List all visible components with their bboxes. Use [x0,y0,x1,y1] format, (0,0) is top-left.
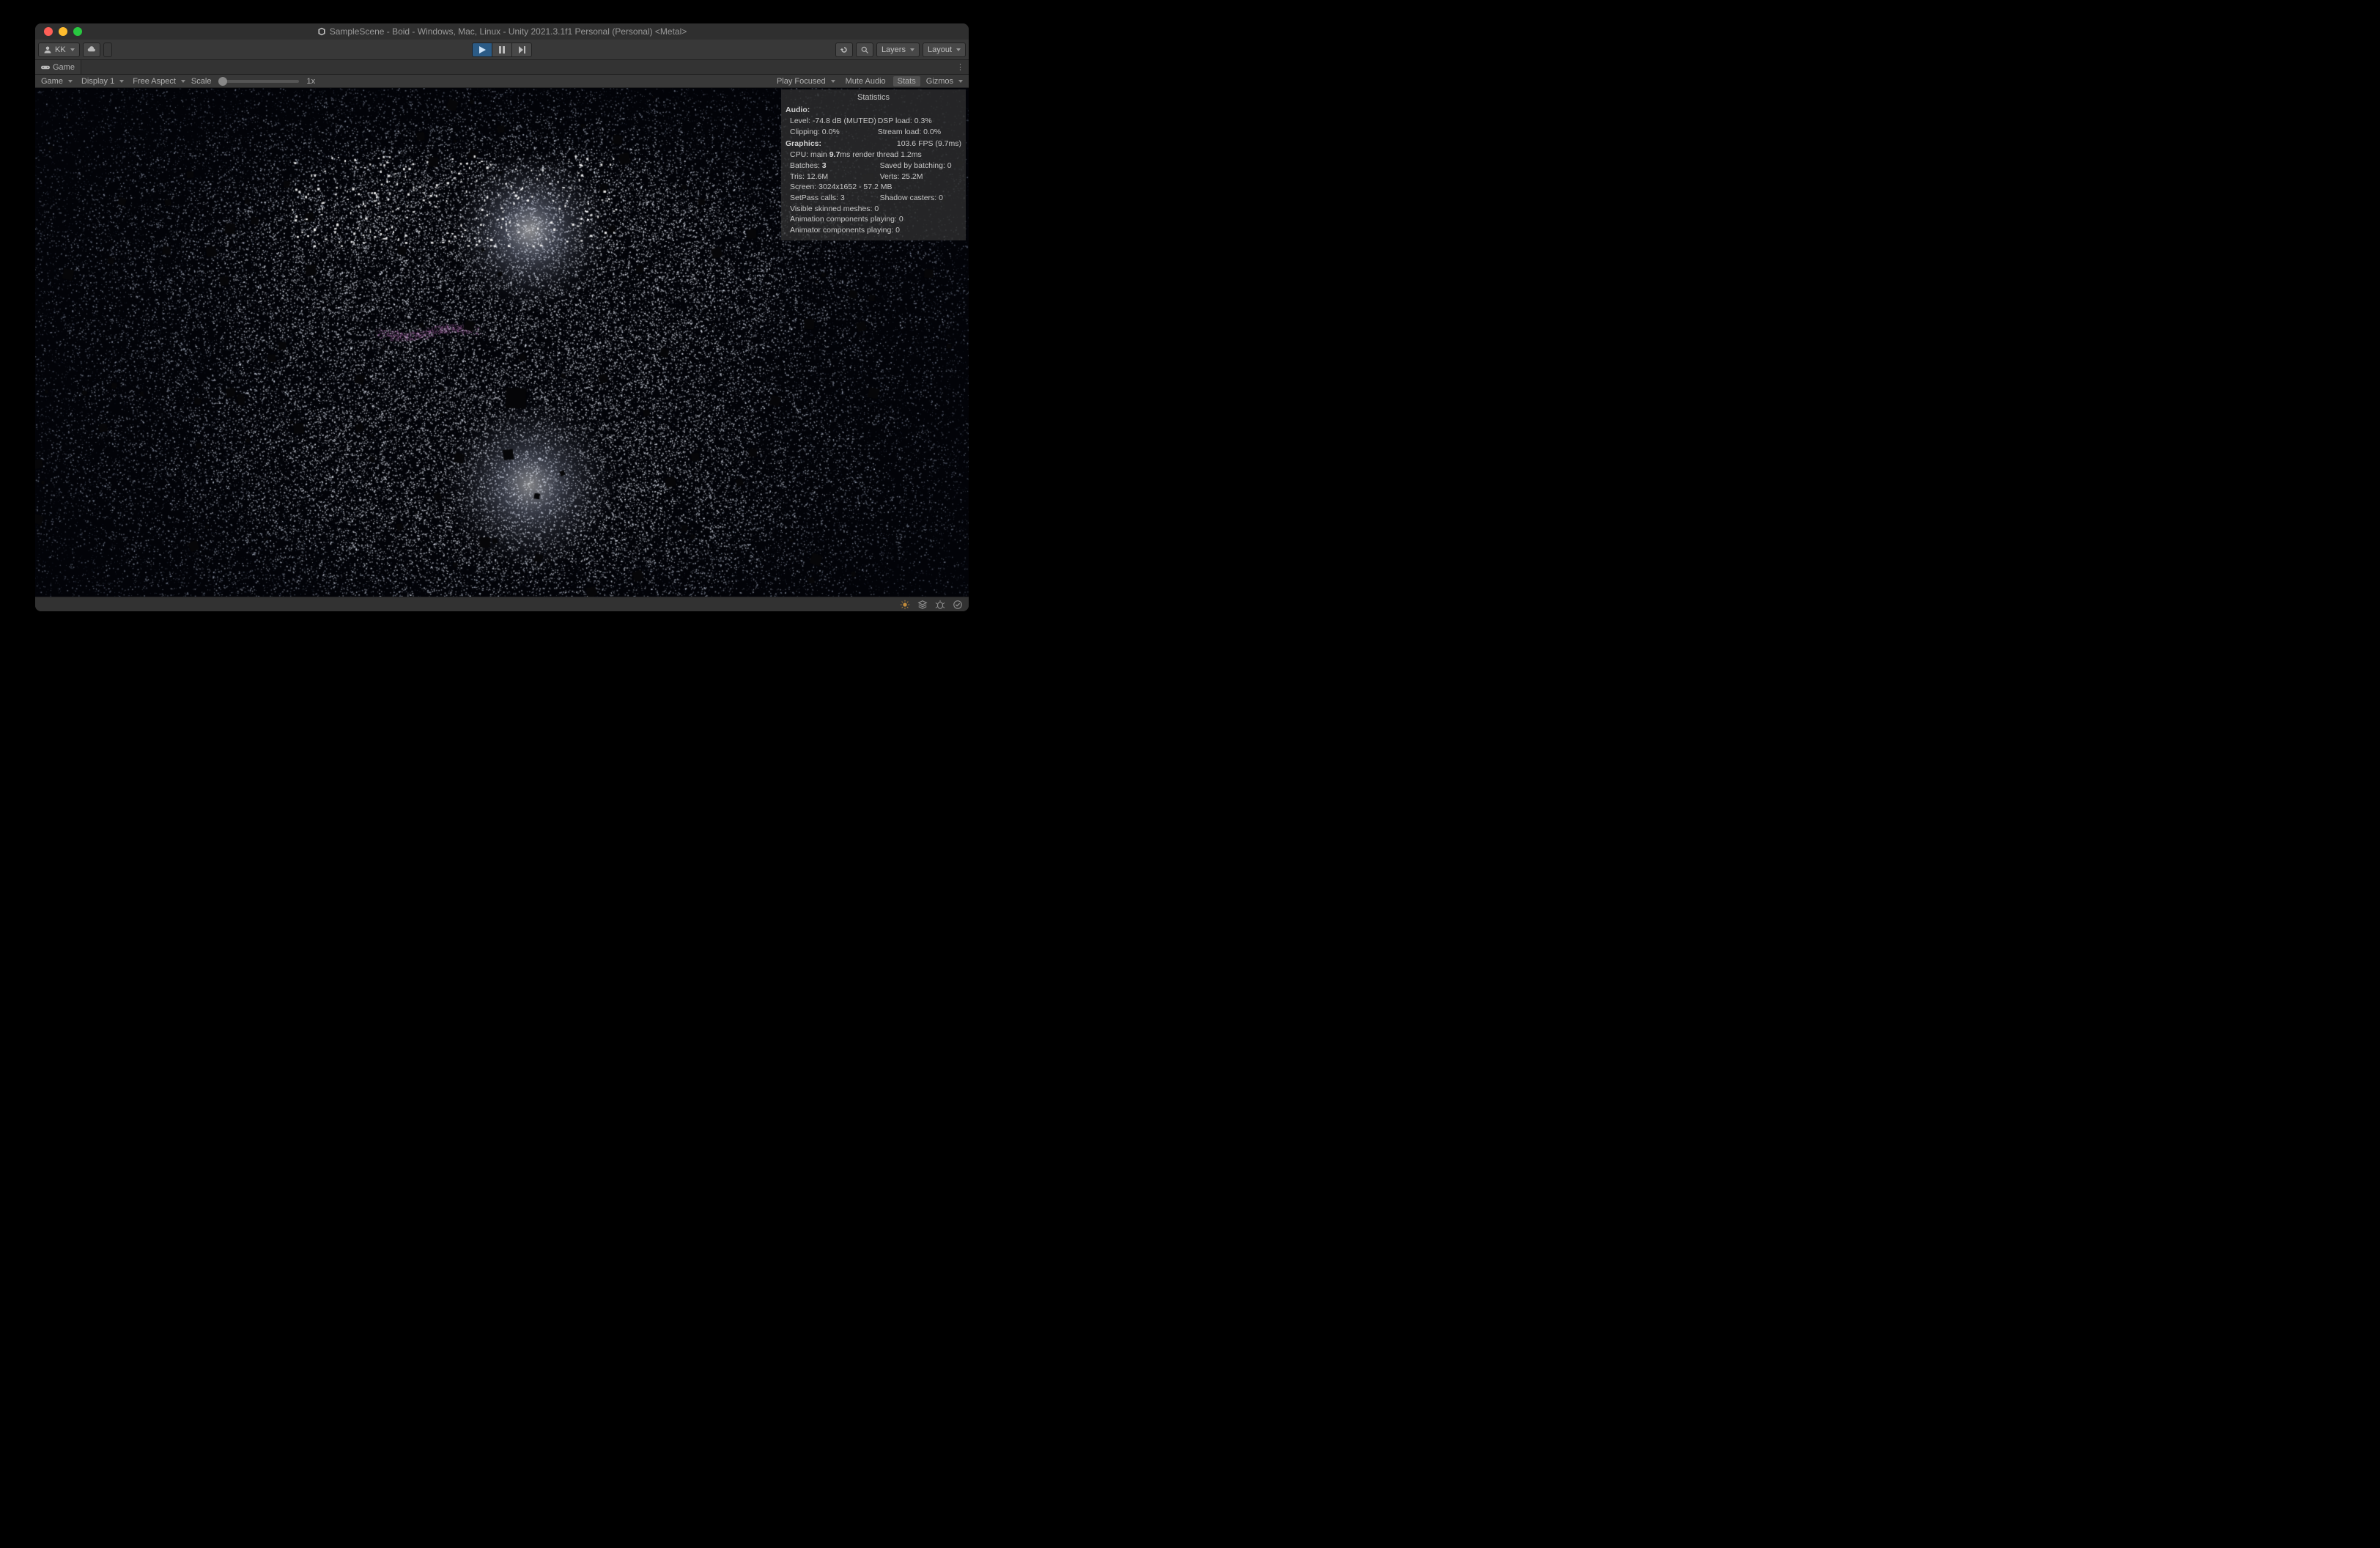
aspect-dropdown[interactable]: Free Aspect [130,77,188,86]
game-view-mode-dropdown[interactable]: Game [38,77,75,86]
display-label: Display 1 [81,77,114,86]
statistics-overlay: Statistics Audio: Level: -74.8 dB (MUTED… [781,89,966,240]
layers-icon[interactable] [917,600,928,610]
stats-toggle[interactable]: Stats [893,76,920,86]
game-view-toolbar: Game Display 1 Free Aspect Scale 1x Play… [35,75,969,88]
scale-value: 1x [306,77,315,86]
layout-dropdown[interactable]: Layout [923,43,966,57]
graphics-cpu: CPU: main 9.7ms render thread 1.2ms [786,150,961,161]
graphics-animator-playing: Animator components playing: 0 [786,225,961,236]
close-window-button[interactable] [44,27,53,36]
graphics-animation-playing: Animation components playing: 0 [786,214,961,225]
window-controls [35,27,82,36]
layout-label: Layout [928,45,952,54]
play-focused-dropdown[interactable]: Play Focused [774,77,838,86]
graphics-skinned-meshes: Visible skinned meshes: 0 [786,204,961,215]
game-view-mode-label: Game [41,77,63,86]
game-viewport[interactable]: Statistics Audio: Level: -74.8 dB (MUTED… [35,88,969,597]
audio-level: Level: -74.8 dB (MUTED) [786,116,878,127]
play-focused-label: Play Focused [777,77,826,86]
scale-slider[interactable] [218,80,299,83]
graphics-verts: Verts: 25.2M [880,172,961,183]
cloud-button[interactable] [83,43,100,57]
graphics-setpass: SetPass calls: 3 [790,193,880,204]
mute-audio-toggle[interactable]: Mute Audio [841,76,890,86]
window-title-text: SampleScene - Boid - Windows, Mac, Linux… [330,26,687,37]
graphics-tris: Tris: 12.6M [790,172,880,183]
pause-button[interactable] [492,43,512,57]
minimize-window-button[interactable] [59,27,67,36]
undo-history-placeholder[interactable] [103,43,112,57]
tab-game-label: Game [53,63,75,72]
account-label: KK [55,45,66,54]
graphics-fps: 103.6 FPS (9.7ms) [897,139,961,150]
graphics-batches: Batches: 3 [790,161,880,172]
undo-history-button[interactable] [835,43,853,57]
scale-label: Scale [191,77,212,86]
play-controls [472,43,532,57]
layers-label: Layers [882,45,906,54]
check-icon[interactable] [953,600,963,610]
step-button[interactable] [511,43,532,57]
window-title: SampleScene - Boid - Windows, Mac, Linux… [35,26,969,37]
audio-dsp-load: DSP load: 0.3% [878,116,961,127]
game-tab-icon [41,63,50,72]
account-dropdown[interactable]: KK [38,43,80,57]
search-button[interactable] [856,43,873,57]
graphics-shadow-casters: Shadow casters: 0 [880,193,961,204]
view-tabs: Game ⋮ [35,60,969,75]
auto-lighting-icon[interactable] [900,600,910,610]
titlebar: SampleScene - Boid - Windows, Mac, Linux… [35,23,969,40]
gizmos-dropdown[interactable]: Gizmos [923,77,966,86]
aspect-label: Free Aspect [133,77,176,86]
unity-editor-window: SampleScene - Boid - Windows, Mac, Linux… [35,23,969,611]
play-button[interactable] [472,43,492,57]
graphics-header: Graphics: [786,139,897,150]
unity-icon [317,27,327,37]
graphics-screen: Screen: 3024x1652 - 57.2 MB [786,182,961,193]
stats-title: Statistics [786,92,961,103]
tab-game[interactable]: Game [35,60,81,74]
audio-header: Audio: [786,106,810,114]
layers-dropdown[interactable]: Layers [876,43,920,57]
scale-slider-thumb[interactable] [218,77,227,86]
audio-clipping: Clipping: 0.0% [786,127,878,138]
audio-stream-load: Stream load: 0.0% [878,127,961,138]
stats-label: Stats [898,77,916,86]
tab-context-menu[interactable]: ⋮ [952,60,969,74]
display-dropdown[interactable]: Display 1 [78,77,127,86]
mute-audio-label: Mute Audio [846,77,886,86]
graphics-saved-batching: Saved by batching: 0 [880,161,961,172]
debug-mode-icon[interactable] [935,600,945,610]
maximize-window-button[interactable] [73,27,82,36]
main-toolbar: KK L [35,40,969,60]
gizmos-label: Gizmos [926,77,953,86]
status-bar [35,597,969,611]
